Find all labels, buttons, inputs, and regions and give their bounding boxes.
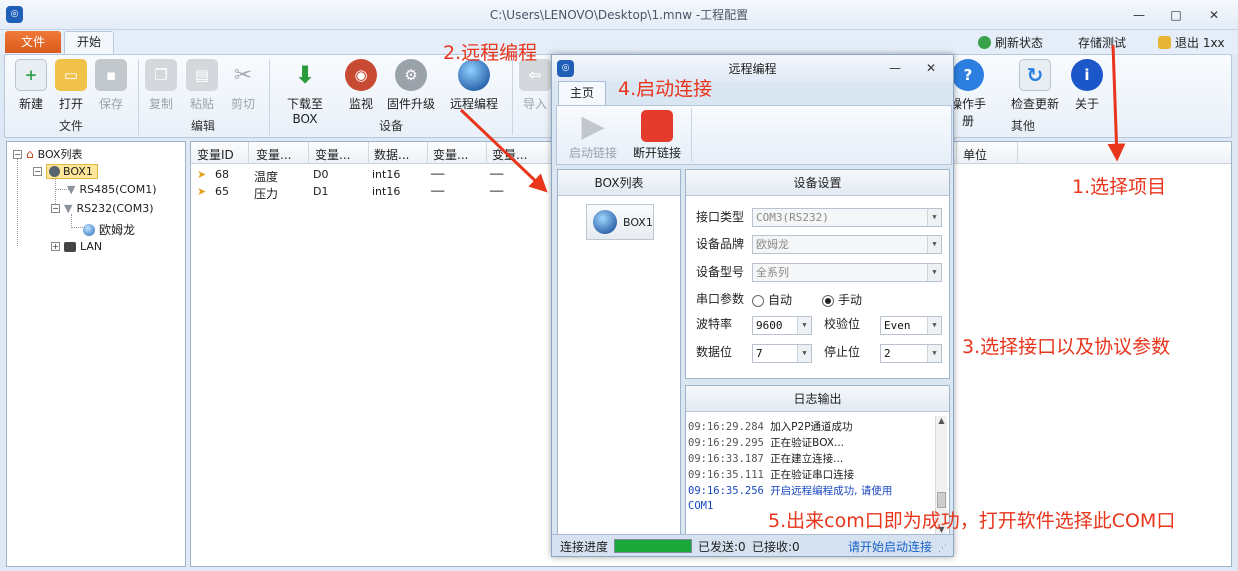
annotation-step-5: 5.出来com口即为成功，打开软件选择此COM口 <box>768 510 1176 532</box>
arrow-remote-programming <box>459 108 548 193</box>
annotation-step-4: 4.启动连接 <box>618 78 713 100</box>
arrow-select-project <box>1107 44 1126 162</box>
annotation-step-1: 1.选择项目 <box>1072 176 1167 198</box>
annotation-step-2: 2.远程编程 <box>443 42 538 64</box>
annotation-step-3: 3.选择接口以及协议参数 <box>962 336 1171 358</box>
